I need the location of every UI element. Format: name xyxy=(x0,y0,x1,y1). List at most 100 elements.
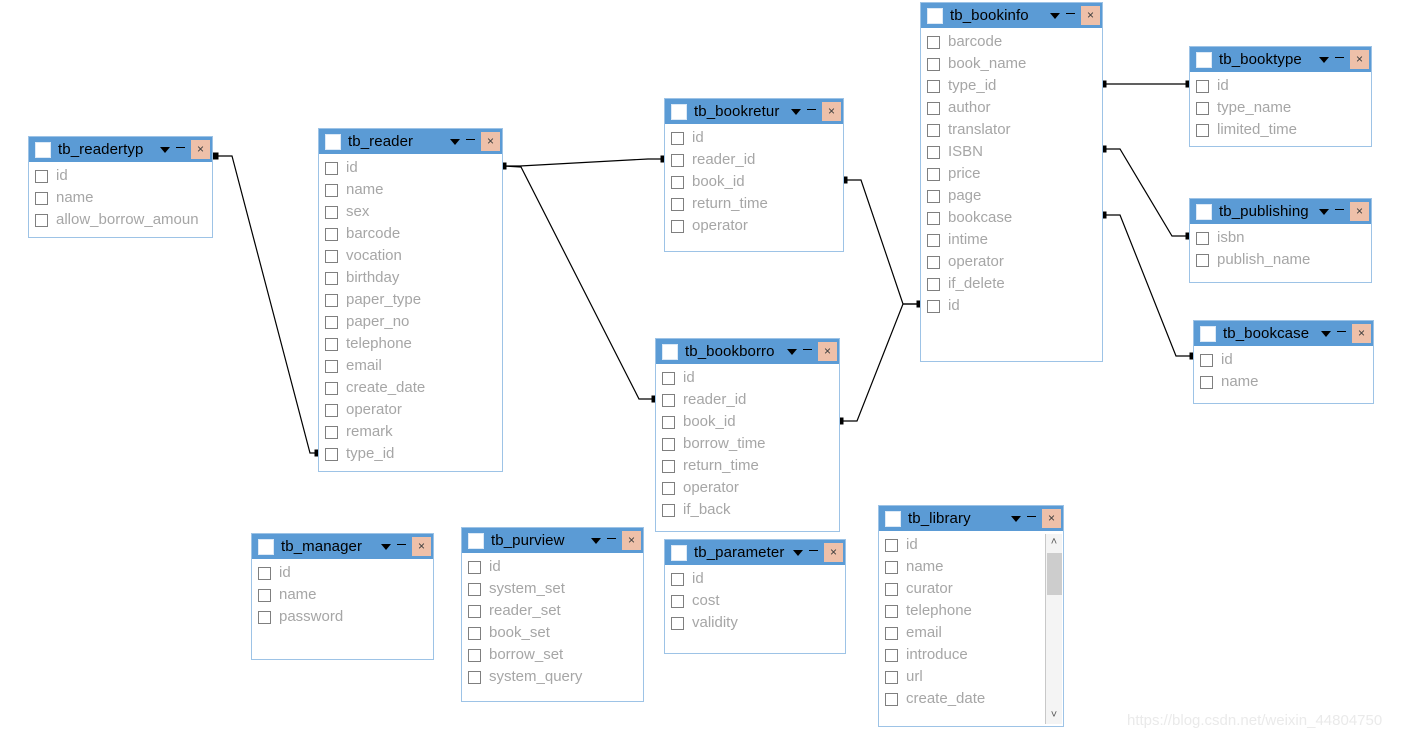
field-checkbox[interactable] xyxy=(927,57,940,71)
field-checkbox[interactable] xyxy=(671,594,684,608)
table-titlebar-tb_parameter[interactable]: tb_parameter × xyxy=(665,540,845,565)
table-field-row[interactable]: page xyxy=(921,185,1102,207)
table-field-row[interactable]: allow_borrow_amoun xyxy=(29,209,212,231)
close-icon[interactable]: × xyxy=(1081,6,1100,25)
field-checkbox[interactable] xyxy=(325,293,338,307)
field-checkbox[interactable] xyxy=(258,610,271,624)
caret-down-icon[interactable] xyxy=(448,129,462,154)
field-checkbox[interactable] xyxy=(325,447,338,461)
table-field-row[interactable]: reader_id xyxy=(656,389,839,411)
table-field-row[interactable]: return_time xyxy=(656,455,839,477)
table-field-row[interactable]: paper_type xyxy=(319,289,502,311)
field-checkbox[interactable] xyxy=(1200,353,1213,367)
table-field-row[interactable]: book_set xyxy=(462,622,643,644)
table-titlebar-tb_readertype[interactable]: tb_readertyp × xyxy=(29,137,212,162)
table-field-row[interactable]: if_back xyxy=(656,499,839,521)
table-window-tb_bookinfo[interactable]: tb_bookinfo × barcode book_name type_id autho… xyxy=(920,2,1103,362)
table-field-row[interactable]: id xyxy=(921,295,1102,317)
field-checkbox[interactable] xyxy=(468,626,481,640)
table-field-row[interactable]: id xyxy=(29,165,212,187)
table-titlebar-tb_publishing[interactable]: tb_publishing × xyxy=(1190,199,1371,224)
field-checkbox[interactable] xyxy=(671,219,684,233)
field-checkbox[interactable] xyxy=(468,670,481,684)
vertical-scrollbar-tb_library[interactable]: ˄ ˅ xyxy=(1045,534,1062,724)
field-checkbox[interactable] xyxy=(662,503,675,517)
table-window-tb_parameter[interactable]: tb_parameter × id cost validity xyxy=(664,539,846,654)
field-checkbox[interactable] xyxy=(325,425,338,439)
caret-down-icon[interactable] xyxy=(1317,199,1331,224)
table-field-row[interactable]: borrow_set xyxy=(462,644,643,666)
table-field-row[interactable]: intime xyxy=(921,229,1102,251)
field-checkbox[interactable] xyxy=(927,255,940,269)
field-checkbox[interactable] xyxy=(468,560,481,574)
table-field-row[interactable]: type_id xyxy=(921,75,1102,97)
table-window-tb_bookreturn[interactable]: tb_bookretur × id reader_id book_id return_ti… xyxy=(664,98,844,252)
field-checkbox[interactable] xyxy=(1196,123,1209,137)
table-field-row[interactable]: telephone xyxy=(319,333,502,355)
table-window-tb_manager[interactable]: tb_manager × id name password xyxy=(251,533,434,660)
table-field-row[interactable]: name xyxy=(29,187,212,209)
close-icon[interactable]: × xyxy=(1350,202,1369,221)
table-field-row[interactable]: id xyxy=(656,367,839,389)
table-field-row[interactable]: telephone xyxy=(879,600,1063,622)
minimize-icon[interactable] xyxy=(1333,321,1349,346)
field-checkbox[interactable] xyxy=(325,249,338,263)
table-field-row[interactable]: vocation xyxy=(319,245,502,267)
field-checkbox[interactable] xyxy=(671,197,684,211)
scroll-down-icon[interactable]: ˅ xyxy=(1046,707,1062,724)
table-field-row[interactable]: name xyxy=(252,584,433,606)
field-checkbox[interactable] xyxy=(885,560,898,574)
close-icon[interactable]: × xyxy=(412,537,431,556)
table-field-row[interactable]: barcode xyxy=(921,31,1102,53)
table-field-row[interactable]: author xyxy=(921,97,1102,119)
table-field-row[interactable]: translator xyxy=(921,119,1102,141)
field-checkbox[interactable] xyxy=(325,161,338,175)
table-titlebar-tb_bookinfo[interactable]: tb_bookinfo × xyxy=(921,3,1102,28)
table-window-tb_bookcase[interactable]: tb_bookcase × id name xyxy=(1193,320,1374,404)
table-field-row[interactable]: operator xyxy=(319,399,502,421)
table-titlebar-tb_bookcase[interactable]: tb_bookcase × xyxy=(1194,321,1373,346)
table-field-row[interactable]: sex xyxy=(319,201,502,223)
field-checkbox[interactable] xyxy=(885,670,898,684)
field-checkbox[interactable] xyxy=(671,153,684,167)
field-checkbox[interactable] xyxy=(325,337,338,351)
table-field-row[interactable]: if_delete xyxy=(921,273,1102,295)
field-checkbox[interactable] xyxy=(325,271,338,285)
close-icon[interactable]: × xyxy=(1352,324,1371,343)
close-icon[interactable]: × xyxy=(824,543,843,562)
field-checkbox[interactable] xyxy=(1196,231,1209,245)
field-checkbox[interactable] xyxy=(885,604,898,618)
table-window-tb_bookborrow[interactable]: tb_bookborro × id reader_id book_id borrow_ti… xyxy=(655,338,840,532)
minimize-icon[interactable] xyxy=(1062,3,1078,28)
caret-down-icon[interactable] xyxy=(785,339,799,364)
table-field-row[interactable]: system_query xyxy=(462,666,643,688)
table-field-row[interactable]: url xyxy=(879,666,1063,688)
table-field-row[interactable]: book_name xyxy=(921,53,1102,75)
field-checkbox[interactable] xyxy=(1196,101,1209,115)
caret-down-icon[interactable] xyxy=(791,540,805,565)
table-field-row[interactable]: return_time xyxy=(665,193,843,215)
minimize-icon[interactable] xyxy=(603,528,619,553)
caret-down-icon[interactable] xyxy=(1009,506,1023,531)
table-select-checkbox-tb_bookreturn[interactable] xyxy=(671,103,687,120)
table-select-checkbox-tb_parameter[interactable] xyxy=(671,544,687,561)
table-field-row[interactable]: operator xyxy=(921,251,1102,273)
table-field-row[interactable]: system_set xyxy=(462,578,643,600)
table-field-row[interactable]: book_id xyxy=(665,171,843,193)
field-checkbox[interactable] xyxy=(35,213,48,227)
table-field-row[interactable]: curator xyxy=(879,578,1063,600)
field-checkbox[interactable] xyxy=(662,481,675,495)
table-field-row[interactable]: type_name xyxy=(1190,97,1371,119)
table-field-row[interactable]: id xyxy=(665,568,845,590)
minimize-icon[interactable] xyxy=(1331,47,1347,72)
table-field-row[interactable]: ISBN xyxy=(921,141,1102,163)
table-field-row[interactable]: id xyxy=(879,534,1063,556)
table-field-row[interactable]: email xyxy=(319,355,502,377)
field-checkbox[interactable] xyxy=(671,175,684,189)
table-field-row[interactable]: price xyxy=(921,163,1102,185)
table-field-row[interactable]: operator xyxy=(656,477,839,499)
table-field-row[interactable]: validity xyxy=(665,612,845,634)
table-field-row[interactable]: limited_time xyxy=(1190,119,1371,141)
field-checkbox[interactable] xyxy=(885,692,898,706)
field-checkbox[interactable] xyxy=(671,616,684,630)
